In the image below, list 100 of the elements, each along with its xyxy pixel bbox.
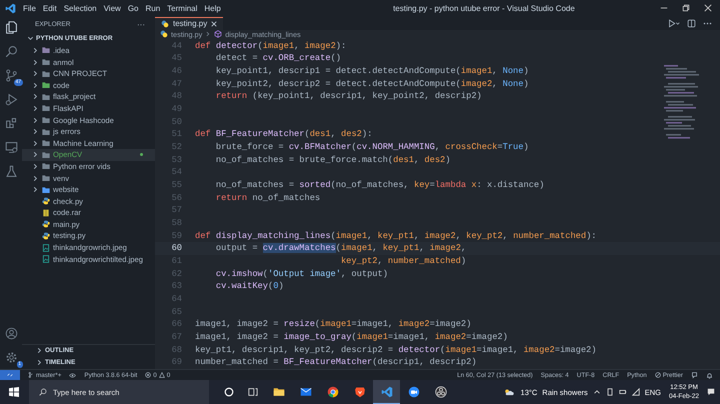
code-line: key_point1, descrip1 = detect.detectAndCompute(image1, None)	[214, 66, 529, 76]
line-number: 63	[170, 281, 182, 292]
line-number: 52	[170, 142, 182, 152]
flask-icon[interactable]	[4, 164, 18, 178]
settings-icon[interactable]	[4, 350, 18, 364]
remote-icon	[7, 372, 13, 378]
extensions-icon[interactable]	[4, 116, 18, 130]
vscode-icon	[380, 386, 392, 398]
remote-button[interactable]	[0, 370, 20, 380]
chrome-icon	[326, 386, 338, 398]
line-number: 46	[170, 66, 182, 76]
code-line: return no_of_matches	[214, 192, 320, 203]
code-line: no_of_matches = brute_force.match(des1, des2)	[214, 154, 450, 165]
menu-item[interactable]: View	[104, 4, 121, 13]
error-icon	[145, 372, 152, 378]
vscode-logo-icon	[5, 2, 16, 14]
code-line: detect = cv.ORB_create()	[214, 53, 341, 64]
menu-item[interactable]: Help	[204, 4, 221, 13]
line-number: 58	[170, 218, 182, 228]
code-line: no_of_matches = sorted(no_of_matches, key=lambda x: x.distance)	[214, 180, 544, 190]
python-file-icon	[42, 220, 50, 228]
line-number: 53	[170, 154, 182, 165]
more-actions-button[interactable]: ···	[137, 20, 145, 30]
archive-file-icon	[42, 208, 50, 217]
python-file-icon	[42, 197, 50, 206]
wifi-icon[interactable]	[632, 388, 640, 396]
prohibited-icon	[654, 372, 661, 378]
line-number: 55	[170, 180, 182, 190]
code-line: key_pt1, descrip1, key_pt2, descrip2 = detector(image1=image1, image2=image2)	[195, 344, 596, 355]
code-line: def display_matching_lines(image1, key_pt1, image2, key_pt2, number_matched):	[195, 230, 597, 241]
line-number: 65	[170, 306, 182, 317]
run-icon[interactable]	[668, 18, 680, 28]
line-number: 50	[170, 116, 182, 127]
run-debug-icon[interactable]	[4, 92, 18, 106]
line-number: 59	[170, 230, 182, 241]
line-number: 69	[170, 357, 182, 368]
code-line: key_point2, descrip2 = detect.detectAndCompute(image2, None)	[214, 78, 529, 89]
code-line: cv.imshow('Output image', output)	[214, 268, 388, 279]
chevron-right-icon	[205, 31, 212, 38]
code-line: output = cv.drawMatches(image1, key_pt1, image2,	[214, 243, 466, 254]
menu-item[interactable]: File	[23, 4, 36, 13]
cloud-sun-icon[interactable]	[504, 387, 514, 398]
line-number: 60	[170, 243, 182, 254]
device-icon[interactable]	[606, 388, 614, 396]
menu-item[interactable]: Terminal	[167, 4, 198, 13]
code-line: number_matched = BF_FeatureMatcher(descrip1, descrip2)	[195, 357, 477, 368]
code-line: key_pt2, number_matched)	[340, 256, 466, 266]
line-number: 51	[170, 129, 182, 140]
menu-item[interactable]: Edit	[42, 4, 57, 13]
monitor-icon[interactable]	[4, 140, 18, 154]
branch-icon	[28, 372, 34, 378]
line-number: 61	[170, 256, 182, 266]
source-control-icon[interactable]	[4, 68, 18, 82]
line-number: 48	[170, 91, 182, 102]
account-icon[interactable]	[4, 326, 18, 340]
feedback-icon[interactable]	[691, 372, 698, 379]
code-line: cv.waitKey(0)	[214, 281, 284, 292]
line-number: 62	[170, 268, 182, 279]
warning-icon	[158, 372, 165, 378]
code-line: image1, image2 = image_to_gray(image1=image1, image2=image2)	[195, 332, 508, 342]
line-number: 66	[170, 319, 182, 330]
line-number: 67	[170, 332, 182, 342]
close-icon[interactable]	[704, 4, 712, 12]
mail-icon	[300, 386, 312, 398]
chevron-down-icon	[27, 35, 34, 42]
battery-icon[interactable]	[618, 388, 627, 396]
line-number: 45	[170, 53, 182, 64]
line-number: 54	[170, 167, 182, 178]
notifications-icon[interactable]	[707, 388, 715, 396]
menu-item[interactable]: Run	[145, 4, 160, 13]
line-number: 49	[170, 104, 182, 114]
code-line: def detector(image1, image2):	[195, 40, 346, 51]
editor-tab[interactable]: testing.py	[155, 16, 224, 30]
cube-icon	[214, 30, 222, 38]
restore-icon[interactable]	[682, 4, 690, 12]
split-editor-icon[interactable]	[687, 18, 696, 28]
line-number: 57	[170, 205, 182, 216]
menu-item[interactable]: Go	[128, 4, 138, 13]
folder-icon	[272, 386, 284, 398]
cortana-icon[interactable]	[224, 387, 234, 398]
python-file-icon	[42, 232, 50, 240]
line-number: 68	[170, 344, 182, 355]
task-view-icon[interactable]	[248, 387, 258, 398]
menu-item[interactable]: Selection	[64, 4, 97, 13]
bell-icon[interactable]	[706, 372, 713, 379]
chevron-up-icon[interactable]	[592, 388, 601, 396]
eye-icon[interactable]	[69, 372, 76, 379]
code-line: def BF_FeatureMatcher(des1, des2):	[195, 129, 372, 140]
close-icon[interactable]	[211, 20, 218, 27]
line-number: 56	[170, 192, 182, 203]
search-icon[interactable]	[4, 44, 18, 58]
window-title: testing.py - python utube error - Visual Studio Code	[392, 4, 576, 13]
search-icon	[39, 388, 47, 396]
explorer-icon[interactable]	[4, 20, 18, 34]
code-line: return (key_point1, descrip1, key_point2, descrip2)	[214, 91, 482, 102]
video-camera-icon	[408, 386, 420, 398]
lion-icon	[354, 386, 366, 398]
line-number: 44	[170, 40, 182, 51]
windows-start-icon[interactable]	[9, 387, 19, 398]
line-number: 47	[170, 78, 182, 89]
